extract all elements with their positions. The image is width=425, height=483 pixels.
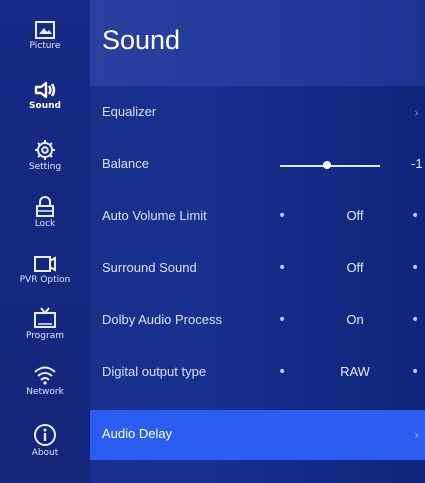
- chevron-right-icon: ›: [414, 106, 419, 120]
- left-arrow-icon[interactable]: •: [278, 364, 286, 380]
- page-title: Sound: [102, 25, 181, 55]
- sidebar-item-label: Program: [26, 331, 64, 341]
- sidebar-item-label: Setting: [28, 162, 62, 172]
- sidebar-item-label: PVR Option: [19, 275, 71, 285]
- sidebar-item-network[interactable]: Network: [0, 364, 90, 397]
- balance-value: -1: [411, 156, 423, 171]
- option-value: Off: [346, 208, 364, 223]
- sidebar-item-program[interactable]: Program: [0, 306, 90, 341]
- wifi-icon: [34, 366, 56, 385]
- menu-item-equalizer[interactable]: Equalizer ›: [90, 88, 425, 140]
- menu-item-label: Dolby Audio Process: [102, 312, 222, 327]
- menu-item-audio-delay[interactable]: Audio Delay ›: [90, 410, 425, 460]
- menu-item-label: Balance: [102, 156, 149, 171]
- sidebar-item-sound[interactable]: Sound: [0, 80, 90, 111]
- sidebar-item-label: Network: [26, 387, 64, 397]
- picture-icon: [35, 21, 55, 39]
- tv-settings-screen: Picture Sound Setting Lock PVR Option Pr…: [0, 0, 425, 483]
- right-arrow-icon[interactable]: •: [411, 312, 419, 328]
- menu-item-digital-output-type[interactable]: Digital output type • RAW •: [90, 348, 425, 400]
- sidebar-item-label: About: [31, 448, 59, 458]
- sidebar-item-label: Picture: [29, 41, 61, 51]
- right-arrow-icon[interactable]: •: [411, 364, 419, 380]
- menu-item-balance[interactable]: Balance -1: [90, 140, 425, 192]
- balance-slider-thumb[interactable]: [323, 161, 331, 169]
- sound-settings-panel: Sound Equalizer › Balance -1 Auto Volume…: [90, 0, 425, 483]
- menu-item-surround-sound[interactable]: Surround Sound • Off •: [90, 244, 425, 296]
- menu-item-label: Equalizer: [102, 104, 157, 119]
- lock-icon: [36, 196, 54, 217]
- record-icon: [34, 256, 56, 272]
- sidebar-item-pvr-option[interactable]: PVR Option: [0, 254, 90, 285]
- sidebar-item-label: Lock: [34, 219, 56, 229]
- option-value: Off: [346, 260, 364, 275]
- left-arrow-icon[interactable]: •: [278, 208, 286, 224]
- sidebar-item-picture[interactable]: Picture: [0, 20, 90, 51]
- right-arrow-icon[interactable]: •: [411, 208, 419, 224]
- info-icon: [34, 424, 56, 446]
- tv-icon: [34, 307, 56, 328]
- menu-item-label: Surround Sound: [102, 260, 197, 275]
- menu-item-label: Auto Volume Limit: [102, 208, 207, 223]
- right-arrow-icon[interactable]: •: [411, 260, 419, 276]
- menu-item-label: Audio Delay: [102, 426, 173, 441]
- sidebar-item-about[interactable]: About: [0, 423, 90, 458]
- left-arrow-icon[interactable]: •: [278, 260, 286, 276]
- menu-item-label: Digital output type: [102, 364, 207, 379]
- chevron-right-icon: ›: [414, 428, 419, 442]
- left-arrow-icon[interactable]: •: [278, 312, 286, 328]
- menu-item-auto-volume-limit[interactable]: Auto Volume Limit • Off •: [90, 192, 425, 244]
- option-value: RAW: [340, 364, 370, 379]
- speaker-icon: [34, 81, 56, 99]
- sidebar-item-lock[interactable]: Lock: [0, 196, 90, 229]
- gear-icon: [35, 140, 55, 160]
- sidebar-item-setting[interactable]: Setting: [0, 139, 90, 172]
- sidebar-item-label: Sound: [29, 101, 61, 111]
- option-value: On: [346, 312, 364, 327]
- sidebar: Picture Sound Setting Lock PVR Option Pr…: [0, 0, 90, 483]
- menu-item-dolby-audio-process[interactable]: Dolby Audio Process • On •: [90, 296, 425, 348]
